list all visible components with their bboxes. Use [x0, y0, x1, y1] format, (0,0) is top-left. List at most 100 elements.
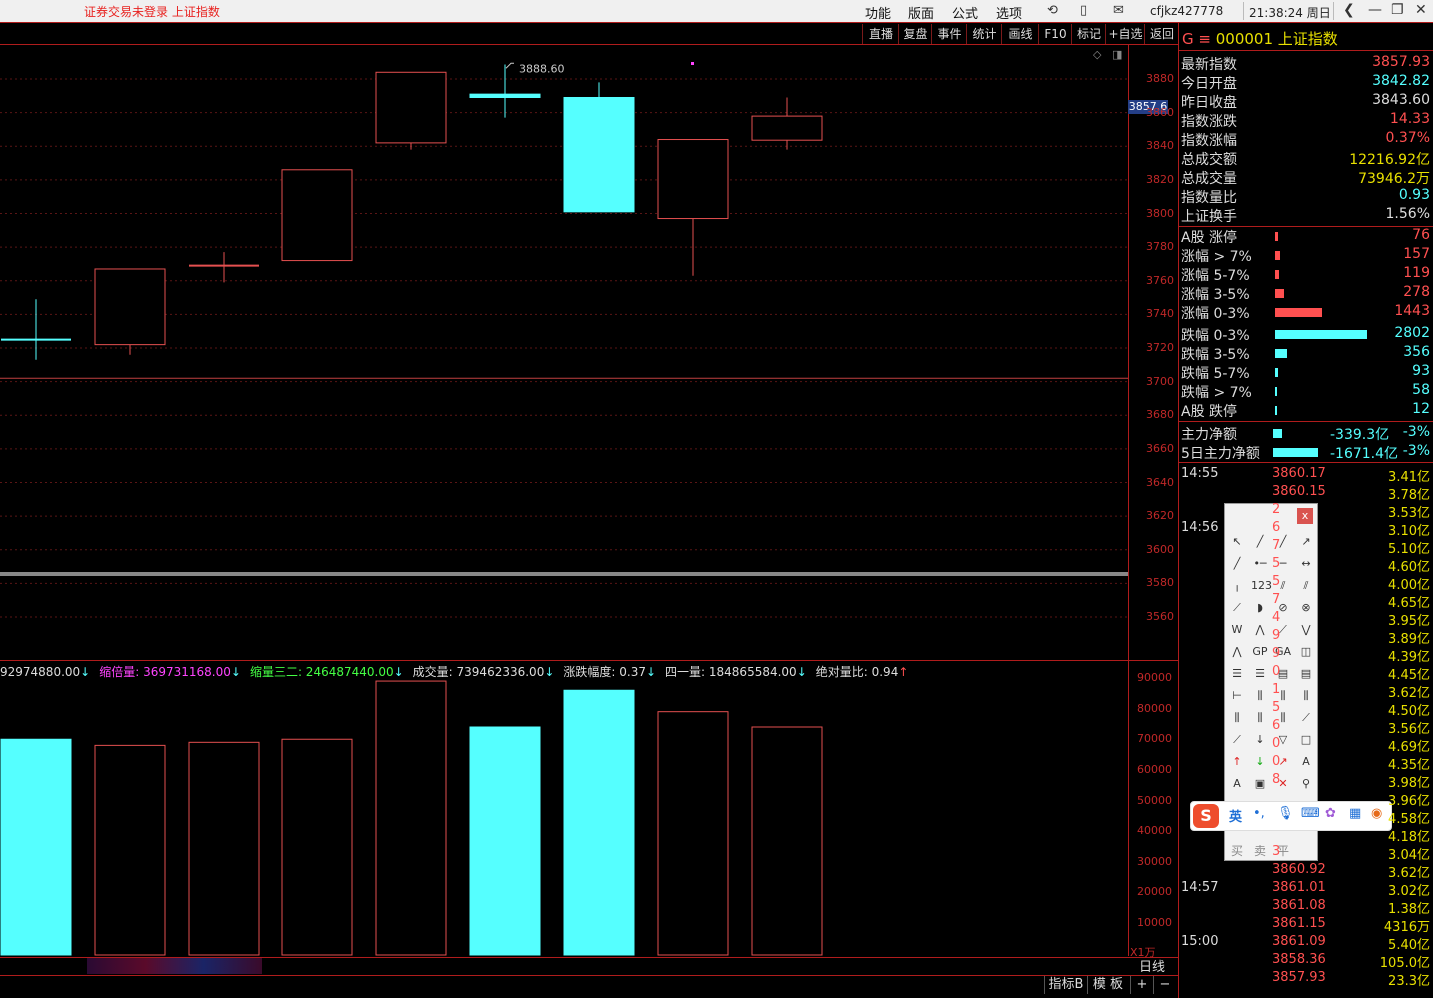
- minimize-icon[interactable]: —: [1368, 2, 1382, 18]
- stat-row: 最新指数 3857.93: [1180, 54, 1432, 73]
- tick-price: 3861.08: [1272, 898, 1326, 913]
- breadth-bar: [1275, 330, 1367, 339]
- zoom-in-button[interactable]: +: [1130, 976, 1153, 994]
- flow-label: 5日主力净额: [1181, 446, 1260, 462]
- breadth-row: A股 涨停 76: [1180, 227, 1432, 246]
- tick-volume: 3.78亿: [1388, 488, 1430, 503]
- candle-body: [281, 169, 353, 262]
- breadth-label: A股 涨停: [1181, 230, 1238, 246]
- flow-value: -1671.4亿: [1330, 446, 1399, 462]
- flow-bar: [1273, 448, 1318, 457]
- breadth-row: 跌幅 > 7% 58: [1180, 382, 1432, 401]
- stat-value: 1.56%: [1385, 206, 1430, 222]
- volume-axis-tick: 50000: [1137, 793, 1172, 807]
- panel-toggle-icon[interactable]: ◨: [1112, 48, 1122, 61]
- diamond-icon[interactable]: ◇: [1093, 48, 1101, 61]
- tick-row: 5 4.60亿: [1180, 556, 1432, 575]
- restore-icon[interactable]: ❐: [1391, 2, 1404, 18]
- tab-indicator[interactable]: 指标B: [1044, 976, 1087, 994]
- candle-body: [563, 96, 635, 213]
- tick-row: 3858.36 105.0亿: [1180, 952, 1432, 971]
- tab-template[interactable]: 模 板: [1087, 976, 1128, 994]
- tick-price: 3860.92: [1272, 862, 1326, 877]
- volume-bar: [375, 680, 447, 956]
- user-account[interactable]: cfjkz427778: [1150, 4, 1223, 18]
- stat-label: 指数涨跌: [1181, 114, 1237, 130]
- price-axis-tick: 3660: [1146, 441, 1174, 455]
- tick-row: 9 4.39亿: [1180, 646, 1432, 665]
- breadth-value: 76: [1412, 227, 1430, 243]
- divider-bar: [0, 572, 1128, 576]
- candlestick-chart[interactable]: 3888.60: [0, 44, 1128, 658]
- menu-formula[interactable]: 公式: [952, 3, 978, 22]
- stat-value: 3857.93: [1372, 54, 1430, 70]
- breadth-value: 157: [1403, 246, 1430, 262]
- stat-row: 总成交额 12216.92亿: [1180, 149, 1432, 168]
- tick-row: 3.96亿: [1180, 790, 1432, 809]
- tick-price: 3857.93: [1272, 970, 1326, 985]
- tick-row: 6 3.56亿: [1180, 718, 1432, 737]
- menu-options[interactable]: 选项: [996, 3, 1022, 22]
- breadth-bar: [1275, 406, 1277, 415]
- tick-row: 0 4.35亿: [1180, 754, 1432, 773]
- breadth-bar: [1275, 387, 1277, 396]
- breadth-label: 涨幅 3-5%: [1181, 287, 1250, 303]
- tick-volume: 4.69亿: [1388, 740, 1430, 755]
- tick-row: 5 4.00亿: [1180, 574, 1432, 593]
- toolbar-button-2[interactable]: 事件: [931, 24, 967, 44]
- tick-price: 6: [1272, 520, 1281, 535]
- volume-chart[interactable]: [0, 658, 1128, 958]
- stat-label: 上证换手: [1181, 209, 1237, 225]
- breadth-bar: [1275, 368, 1278, 377]
- price-axis-tick: 3840: [1146, 139, 1174, 153]
- zoom-out-button[interactable]: −: [1153, 976, 1176, 994]
- stat-value: 0.93: [1398, 187, 1430, 203]
- toolbar-button-3[interactable]: 统计: [966, 24, 1002, 44]
- mail-icon[interactable]: ✉: [1113, 3, 1124, 18]
- mini-navigator[interactable]: [87, 958, 262, 974]
- marker-dot: [691, 62, 694, 65]
- login-warning: 证券交易未登录 上证指数: [84, 5, 220, 19]
- stat-row: 上证换手 1.56%: [1180, 206, 1432, 225]
- close-icon[interactable]: ✕: [1415, 2, 1427, 18]
- tick-row: 3 3.04亿: [1180, 844, 1432, 863]
- flow-label: 主力净额: [1181, 427, 1237, 443]
- tick-price: 3: [1272, 844, 1281, 859]
- header-prefix: G ≡: [1182, 30, 1211, 48]
- period-tab[interactable]: 日线: [1132, 959, 1172, 977]
- tick-volume: 3.04亿: [1388, 848, 1430, 863]
- toolbar-button-0[interactable]: 直播: [862, 24, 899, 44]
- tick-row: 4.18亿: [1180, 826, 1432, 845]
- price-axis-tick: 3820: [1146, 172, 1174, 186]
- tick-volume: 4.18亿: [1388, 830, 1430, 845]
- price-axis-tick: 3800: [1146, 206, 1174, 220]
- toolbar-button-1[interactable]: 复盘: [898, 24, 932, 44]
- toolbar-button-8[interactable]: 返回: [1144, 24, 1179, 44]
- back-icon[interactable]: ❮: [1343, 2, 1355, 18]
- menu-layout[interactable]: 版面: [908, 3, 934, 22]
- title-bar: 证券交易未登录 上证指数 功能 版面 公式 选项 ⟲ ▯ ✉ cfjkz4277…: [0, 0, 1433, 22]
- breadth-bar: [1275, 251, 1280, 260]
- price-axis-tick: 3680: [1146, 408, 1174, 422]
- toolbar-button-6[interactable]: 标记: [1071, 24, 1106, 44]
- breadth-label: 跌幅 0-3%: [1181, 328, 1250, 344]
- tick-volume: 3.62亿: [1388, 686, 1430, 701]
- price-axis-tick: 3620: [1146, 509, 1174, 523]
- tick-row: 14:57 3861.01 3.02亿: [1180, 880, 1432, 899]
- menu-function[interactable]: 功能: [865, 3, 891, 22]
- stat-value: 73946.2万: [1358, 171, 1430, 187]
- phone-icon[interactable]: ▯: [1080, 3, 1087, 18]
- tick-price: 5: [1272, 556, 1281, 571]
- refresh-icon[interactable]: ⟲: [1047, 3, 1058, 18]
- tick-volume: 3.02亿: [1388, 884, 1430, 899]
- breadth-label: 涨幅 5-7%: [1181, 268, 1250, 284]
- tick-volume: 4.45亿: [1388, 668, 1430, 683]
- toolbar-button-7[interactable]: +自选: [1105, 24, 1145, 44]
- stat-label: 最新指数: [1181, 57, 1237, 73]
- stat-value: 14.33: [1389, 111, 1430, 127]
- breadth-label: 跌幅 5-7%: [1181, 366, 1250, 382]
- toolbar-button-5[interactable]: F10: [1038, 24, 1072, 44]
- toolbar-button-4[interactable]: 画线: [1001, 24, 1039, 44]
- tick-row: 4.58亿: [1180, 808, 1432, 827]
- tick-time: 14:56: [1181, 520, 1219, 535]
